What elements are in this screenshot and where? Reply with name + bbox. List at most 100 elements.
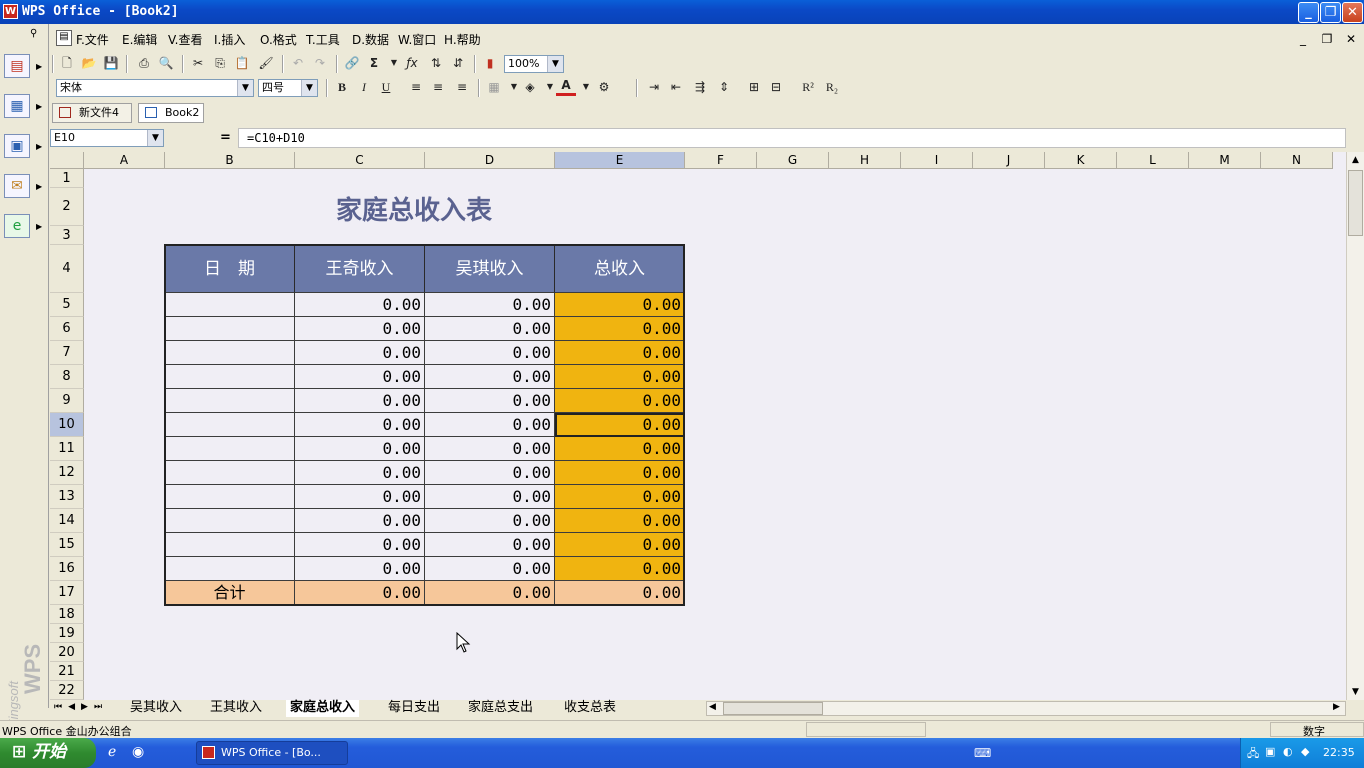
- open-folder-icon[interactable]: 📂: [79, 53, 99, 73]
- income-cell[interactable]: 0.00: [295, 557, 425, 581]
- column-header-i[interactable]: I: [901, 152, 973, 169]
- date-cell[interactable]: [165, 365, 295, 389]
- presentation-icon[interactable]: ▣: [4, 134, 30, 158]
- font-combo[interactable]: 宋体 ▼: [56, 79, 254, 97]
- date-cell[interactable]: [165, 461, 295, 485]
- row-header-13[interactable]: 13: [50, 485, 84, 509]
- income-cell[interactable]: 0.00: [425, 509, 555, 533]
- column-header-g[interactable]: G: [757, 152, 829, 169]
- doc-restore-button[interactable]: ❐: [1318, 31, 1336, 47]
- mail-icon[interactable]: ✉: [4, 174, 30, 198]
- table-header-cell[interactable]: 日 期: [165, 245, 295, 293]
- scroll-thumb[interactable]: [1348, 170, 1363, 236]
- select-all-corner[interactable]: [50, 152, 84, 169]
- row-header-5[interactable]: 5: [50, 293, 84, 317]
- format-cells-icon[interactable]: ⚙: [594, 77, 614, 97]
- bold-icon[interactable]: B: [332, 77, 352, 97]
- scroll-left-icon[interactable]: ◀: [709, 702, 716, 712]
- income-cell[interactable]: 0.00: [295, 365, 425, 389]
- taskbar-wps-button[interactable]: WPS Office - [Bo...: [196, 741, 348, 765]
- total-income-cell[interactable]: 0.00: [555, 533, 685, 557]
- table-header-cell[interactable]: 总收入: [555, 245, 685, 293]
- income-cell[interactable]: 0.00: [295, 341, 425, 365]
- wps-writer-icon[interactable]: ▤: [4, 54, 30, 78]
- autosum-icon[interactable]: Σ: [364, 53, 384, 73]
- function-icon[interactable]: ƒx: [402, 53, 422, 73]
- income-cell[interactable]: 0.00: [425, 365, 555, 389]
- total-income-cell[interactable]: 0.00: [555, 557, 685, 581]
- network-icon[interactable]: 🖧: [1247, 745, 1259, 764]
- formula-equals-icon[interactable]: =: [220, 130, 231, 145]
- column-header-n[interactable]: N: [1261, 152, 1333, 169]
- date-cell[interactable]: [165, 557, 295, 581]
- indent-icon[interactable]: ⇥: [644, 77, 664, 97]
- browser-icon[interactable]: e: [4, 214, 30, 238]
- total-income-cell[interactable]: 0.00: [555, 365, 685, 389]
- print-preview-icon[interactable]: 🔍: [156, 53, 176, 73]
- row-header-17[interactable]: 17: [50, 581, 84, 605]
- undo-icon[interactable]: ↶: [288, 53, 308, 73]
- row-header-10[interactable]: 10: [50, 413, 84, 437]
- print-icon[interactable]: ⎙: [134, 53, 154, 73]
- media-quicklaunch-icon[interactable]: ◉: [132, 744, 144, 760]
- row-header-9[interactable]: 9: [50, 389, 84, 413]
- row-header-12[interactable]: 12: [50, 461, 84, 485]
- total-income-cell[interactable]: 0.00: [555, 293, 685, 317]
- chevron-down-icon[interactable]: ▼: [547, 56, 563, 72]
- vertical-align-icon[interactable]: ⇕: [714, 77, 734, 97]
- row-header-18[interactable]: 18: [50, 605, 84, 624]
- sheet-tab-wuqi[interactable]: 吴其收入: [126, 700, 186, 717]
- income-cell[interactable]: 0.00: [425, 485, 555, 509]
- minimize-button[interactable]: _: [1298, 2, 1319, 23]
- date-cell[interactable]: [165, 293, 295, 317]
- date-cell[interactable]: [165, 317, 295, 341]
- total-income-cell[interactable]: 0.00: [555, 485, 685, 509]
- income-cell[interactable]: 0.00: [295, 461, 425, 485]
- security-icon[interactable]: ◆: [1301, 745, 1309, 758]
- income-cell[interactable]: 0.00: [295, 485, 425, 509]
- sheet-tab-family-income[interactable]: 家庭总收入: [286, 700, 360, 717]
- total-income-cell[interactable]: 0.00: [555, 509, 685, 533]
- date-cell[interactable]: [165, 413, 295, 437]
- close-button[interactable]: ✕: [1342, 2, 1363, 23]
- doc-minimize-button[interactable]: _: [1294, 31, 1312, 47]
- table-header-cell[interactable]: 王奇收入: [295, 245, 425, 293]
- income-cell[interactable]: 0.00: [295, 509, 425, 533]
- h-scroll-thumb[interactable]: [723, 702, 823, 715]
- cut-icon[interactable]: ✂: [188, 53, 208, 73]
- start-button[interactable]: ⊞ 开始: [0, 738, 96, 768]
- presentation-arrow-icon[interactable]: ▶: [36, 142, 42, 151]
- font-color-dropdown-icon[interactable]: ▼: [576, 77, 596, 97]
- date-cell[interactable]: [165, 485, 295, 509]
- row-header-11[interactable]: 11: [50, 437, 84, 461]
- row-header-1[interactable]: 1: [50, 169, 84, 188]
- align-distribute-icon[interactable]: ⇶: [690, 77, 710, 97]
- restore-button[interactable]: ❐: [1320, 2, 1341, 23]
- sheet-tab-wangqi[interactable]: 王其收入: [206, 700, 266, 717]
- align-left-icon[interactable]: ≡: [406, 77, 426, 97]
- total-income-cell[interactable]: 0.00: [555, 461, 685, 485]
- income-cell[interactable]: 0.00: [295, 533, 425, 557]
- subscript-icon[interactable]: R₂: [822, 77, 842, 97]
- doc-tab-new-file[interactable]: 新文件4: [52, 103, 132, 123]
- zoom-combo[interactable]: 100% ▼: [504, 55, 564, 73]
- menu-format[interactable]: O.格式: [260, 31, 297, 48]
- income-cell[interactable]: 0.00: [295, 293, 425, 317]
- copy-icon[interactable]: ⎘: [210, 53, 230, 73]
- selected-cell-e10[interactable]: 0.00: [555, 413, 685, 437]
- spreadsheet-icon[interactable]: ▦: [4, 94, 30, 118]
- date-cell[interactable]: [165, 437, 295, 461]
- menu-window[interactable]: W.窗口: [398, 31, 436, 48]
- vertical-scrollbar[interactable]: ▲ ▼: [1346, 152, 1364, 700]
- row-header-4[interactable]: 4: [50, 245, 84, 293]
- pin-icon[interactable]: ⚲: [30, 28, 37, 39]
- hyperlink-icon[interactable]: 🔗: [342, 53, 362, 73]
- scroll-right-icon[interactable]: ▶: [1333, 702, 1340, 712]
- row-header-6[interactable]: 6: [50, 317, 84, 341]
- menu-insert[interactable]: I.插入: [214, 31, 245, 48]
- income-cell[interactable]: 0.00: [295, 437, 425, 461]
- sheet-tab-daily-expense[interactable]: 每日支出: [384, 700, 444, 717]
- menu-tools[interactable]: T.工具: [306, 31, 340, 48]
- income-cell[interactable]: 0.00: [425, 437, 555, 461]
- date-cell[interactable]: [165, 509, 295, 533]
